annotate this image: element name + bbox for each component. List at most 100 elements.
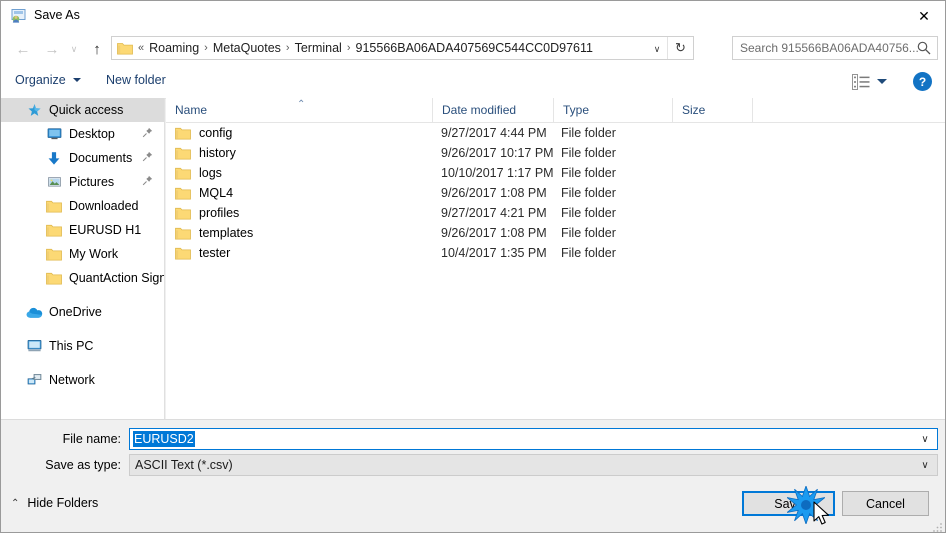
sidebar-item-label: My Work <box>69 247 119 261</box>
search-icon <box>917 41 931 55</box>
address-overflow-icon[interactable]: « <box>133 42 149 54</box>
pin-icon[interactable] <box>142 127 154 139</box>
file-row-name-cell[interactable]: profiles <box>175 203 239 223</box>
file-row-type: File folder <box>561 166 616 180</box>
file-row-name-cell[interactable]: history <box>175 143 236 163</box>
address-bar[interactable]: « Roaming › MetaQuotes › Terminal › 9155… <box>111 36 694 60</box>
table-row[interactable]: MQL4 9/26/2017 1:08 PM File folder <box>166 183 945 203</box>
new-folder-button[interactable]: New folder <box>106 73 166 87</box>
help-icon[interactable]: ? <box>913 72 932 91</box>
table-row[interactable]: config 9/27/2017 4:44 PM File folder <box>166 123 945 143</box>
sidebar-item-label: OneDrive <box>49 305 102 319</box>
file-row-name: tester <box>199 246 231 260</box>
chevron-down-icon[interactable] <box>73 78 81 82</box>
sidebar-item-my-work[interactable]: My Work <box>1 242 164 266</box>
breadcrumb-roaming[interactable]: Roaming <box>149 41 199 55</box>
file-name-value[interactable]: EURUSD2 <box>133 431 195 447</box>
arrow-right-icon[interactable]: → <box>39 35 65 63</box>
folder-icon <box>175 186 191 200</box>
sidebar-item-network[interactable]: Network <box>1 368 164 392</box>
navigation-sidebar: Quick access Desktop Documents Pictures Down… <box>1 98 165 419</box>
file-row-type: File folder <box>561 226 616 240</box>
table-row[interactable]: templates 9/26/2017 1:08 PM File folder <box>166 223 945 243</box>
list-view-icon[interactable] <box>852 74 870 90</box>
table-row[interactable]: logs 10/10/2017 1:17 PM File folder <box>166 163 945 183</box>
file-row-name-cell[interactable]: templates <box>175 223 253 243</box>
file-row-name-cell[interactable]: tester <box>175 243 230 263</box>
save-as-icon <box>11 9 26 23</box>
command-bar: Organize New folder ? <box>1 66 945 99</box>
search-input[interactable]: Search 915566BA06ADA40756... <box>740 41 919 55</box>
column-header-date-modified[interactable]: Date modified <box>433 98 554 122</box>
arrow-up-icon[interactable]: ↑ <box>84 35 110 63</box>
save-as-type-label: Save as type: <box>45 458 121 472</box>
sidebar-item-quick-access[interactable]: Quick access <box>1 98 164 122</box>
sidebar-item-documents[interactable]: Documents <box>1 146 164 170</box>
save-as-type-value: ASCII Text (*.csv) <box>135 458 233 472</box>
title-bar: Save As ✕ <box>1 1 945 32</box>
window-title: Save As <box>34 8 80 22</box>
pin-icon[interactable] <box>142 151 154 163</box>
refresh-icon[interactable]: ↻ <box>667 37 693 59</box>
column-header-size[interactable]: Size <box>673 98 753 122</box>
file-list: config 9/27/2017 4:44 PM File folder histor… <box>166 123 945 263</box>
chevron-down-icon[interactable] <box>877 79 887 84</box>
chevron-down-icon[interactable]: ∨ <box>915 455 935 475</box>
save-as-type-select[interactable]: ASCII Text (*.csv) ∨ <box>129 454 938 476</box>
resize-grip-icon[interactable] <box>932 521 944 533</box>
organize-button[interactable]: Organize <box>15 73 66 87</box>
onedrive-icon <box>25 304 43 320</box>
table-row[interactable]: history 9/26/2017 10:17 PM File folder <box>166 143 945 163</box>
sidebar-item-eurusd-h1[interactable]: EURUSD H1 <box>1 218 164 242</box>
sort-ascending-icon: ⌃ <box>297 99 306 110</box>
folder-icon <box>45 222 63 238</box>
folder-icon <box>175 126 191 140</box>
file-row-name: config <box>199 126 233 140</box>
breadcrumb-separator: › <box>204 42 208 54</box>
folder-icon <box>175 166 191 180</box>
cancel-button[interactable]: Cancel <box>842 491 929 516</box>
table-row[interactable]: profiles 9/27/2017 4:21 PM File folder <box>166 203 945 223</box>
table-row[interactable]: tester 10/4/2017 1:35 PM File folder <box>166 243 945 263</box>
chevron-down-icon[interactable]: ∨ <box>65 35 83 63</box>
file-row-name: logs <box>199 166 222 180</box>
file-row-type: File folder <box>561 206 616 220</box>
breadcrumb-terminal-id[interactable]: 915566BA06ADA407569C544CC0D97611 <box>356 41 593 55</box>
this-pc-icon <box>25 338 43 354</box>
sidebar-item-label: Network <box>49 373 95 387</box>
sidebar-item-downloaded[interactable]: Downloaded <box>1 194 164 218</box>
hide-folders-toggle[interactable]: ⌃ Hide Folders <box>11 492 98 514</box>
address-chevron-down-icon[interactable]: ∨ <box>647 41 667 57</box>
save-button[interactable]: Save <box>742 491 835 516</box>
file-row-name: templates <box>199 226 254 240</box>
search-box[interactable]: Search 915566BA06ADA40756... <box>732 36 938 60</box>
file-row-date: 9/26/2017 10:17 PM <box>441 146 554 160</box>
column-header-type[interactable]: Type <box>554 98 673 122</box>
file-row-type: File folder <box>561 186 616 200</box>
arrow-left-icon[interactable]: ← <box>10 35 36 63</box>
pin-icon[interactable] <box>142 175 154 187</box>
chevron-up-icon: ⌃ <box>11 497 20 509</box>
close-icon[interactable]: ✕ <box>901 1 945 32</box>
desktop-icon <box>45 126 63 142</box>
file-row-name-cell[interactable]: MQL4 <box>175 183 233 203</box>
sidebar-item-pictures[interactable]: Pictures <box>1 170 164 194</box>
sidebar-item-label: Downloaded <box>69 199 139 213</box>
sidebar-item-this-pc[interactable]: This PC <box>1 334 164 358</box>
breadcrumb-metaquotes[interactable]: MetaQuotes <box>213 41 281 55</box>
file-name-input[interactable]: EURUSD2 ∨ <box>129 428 938 450</box>
sidebar-item-quantaction-signal[interactable]: QuantAction Signal <box>1 266 164 290</box>
file-row-name-cell[interactable]: logs <box>175 163 222 183</box>
save-form-area: File name: EURUSD2 ∨ Save as type: ASCII… <box>1 419 945 533</box>
navigation-bar: ← → ∨ ↑ « Roaming › MetaQuotes › Termina… <box>1 32 945 66</box>
chevron-down-icon[interactable]: ∨ <box>915 429 935 449</box>
file-name-label: File name: <box>62 432 121 446</box>
breadcrumb-terminal[interactable]: Terminal <box>295 41 342 55</box>
sidebar-item-label: QuantAction Signal <box>69 271 164 285</box>
sidebar-item-label: Documents <box>69 151 133 165</box>
folder-icon <box>45 246 63 262</box>
sidebar-item-desktop[interactable]: Desktop <box>1 122 164 146</box>
file-row-name-cell[interactable]: config <box>175 123 232 143</box>
sidebar-item-onedrive[interactable]: OneDrive <box>1 300 164 324</box>
